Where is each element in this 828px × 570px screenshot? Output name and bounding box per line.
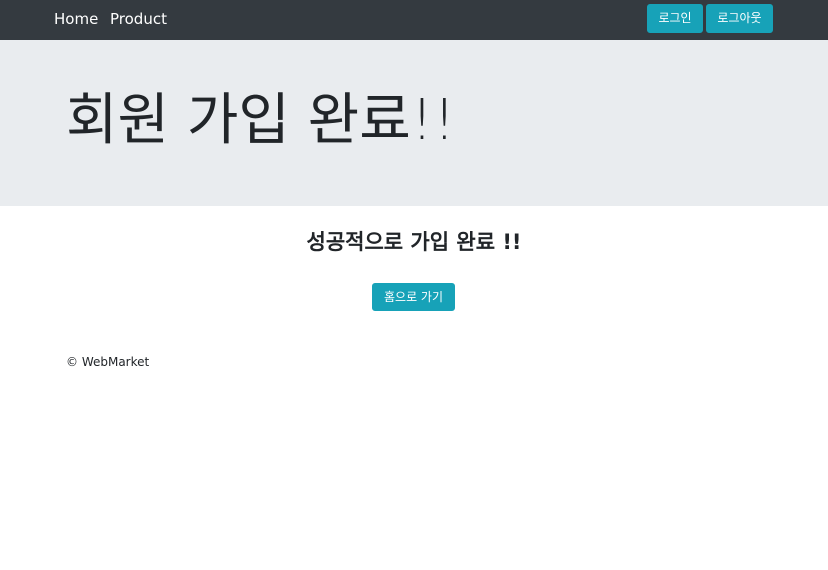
top-navbar: Home Product 로그인 로그아웃 [0, 0, 828, 40]
nav-link-home[interactable]: Home [54, 10, 98, 28]
login-button[interactable]: 로그인 [647, 4, 703, 33]
jumbotron-header: 회원 가입 완료!! [0, 40, 828, 206]
nav-link-product[interactable]: Product [110, 10, 167, 28]
logout-button[interactable]: 로그아웃 [706, 4, 773, 33]
go-home-button[interactable]: 홈으로 가기 [372, 283, 455, 311]
success-message: 성공적으로 가입 완료 !! [306, 230, 522, 254]
page-title: 회원 가입 완료!! [66, 88, 456, 153]
footer-copyright: © WebMarket [66, 355, 150, 369]
